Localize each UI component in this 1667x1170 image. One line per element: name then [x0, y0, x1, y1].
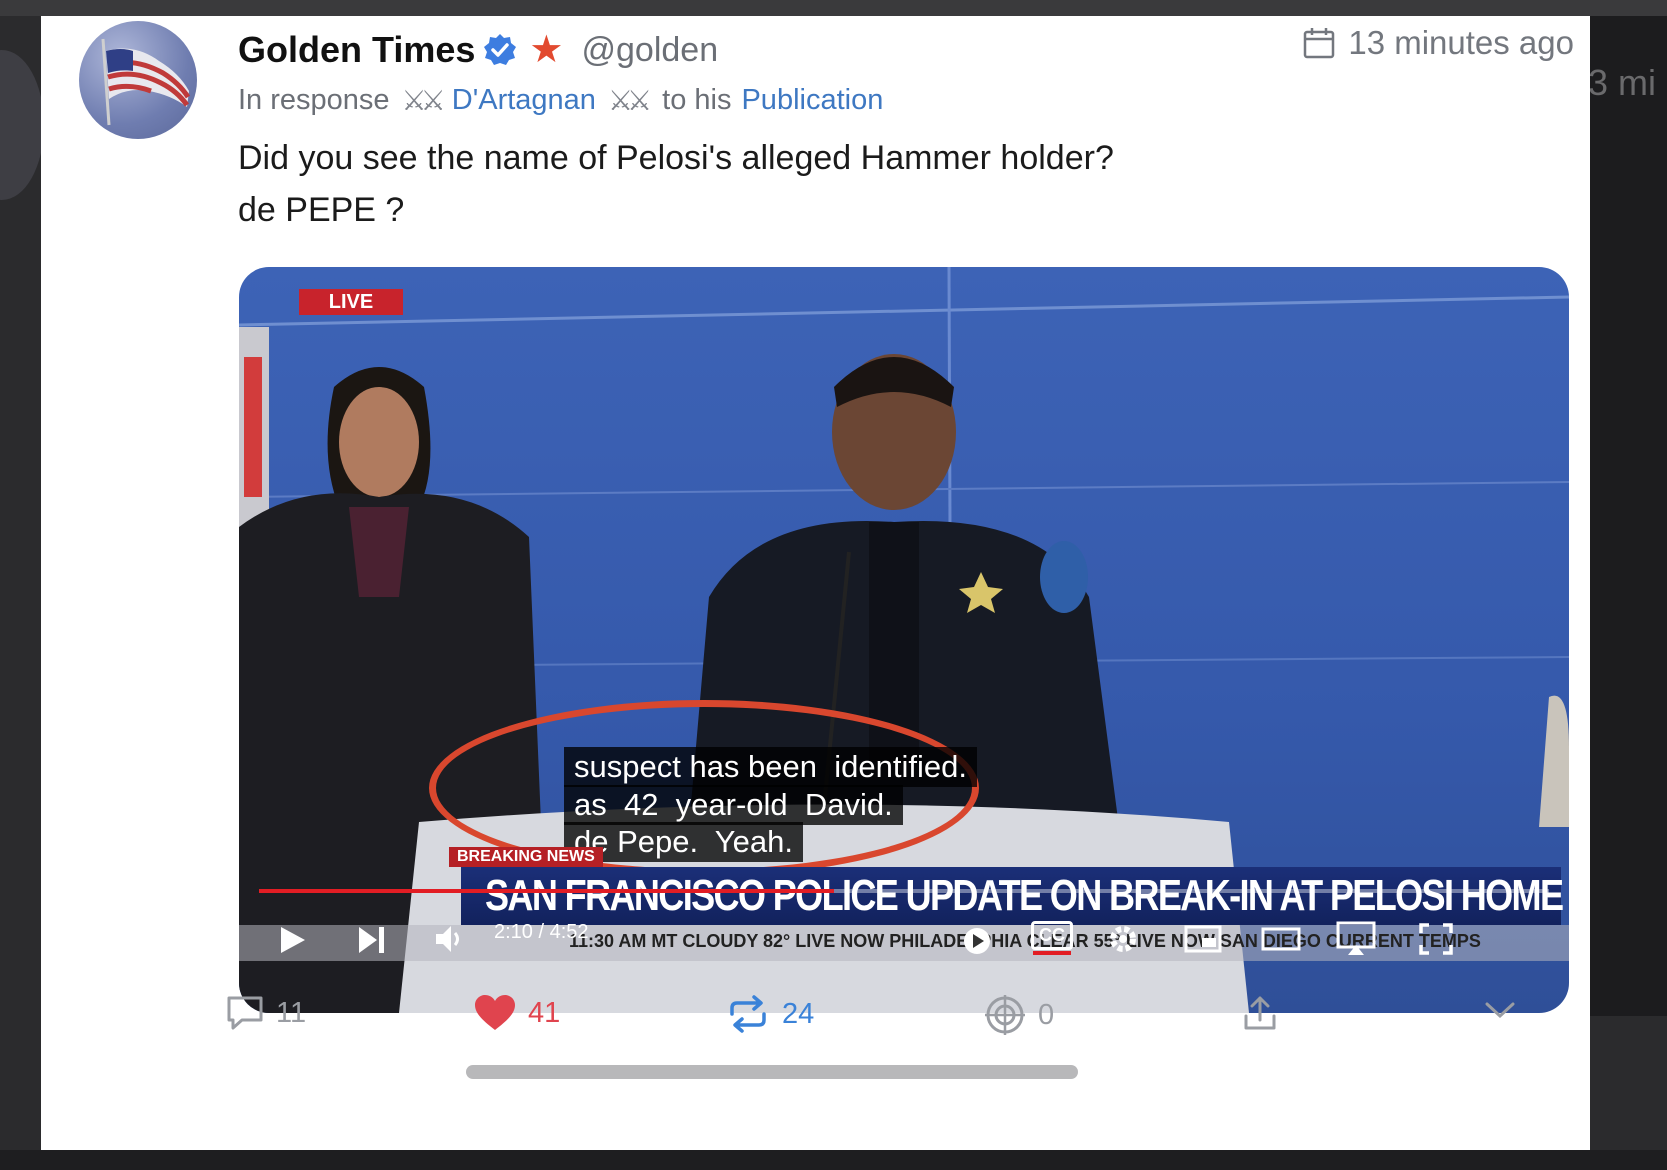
breaking-news-label: BREAKING NEWS [449, 847, 603, 867]
player-controls: CC [239, 907, 1569, 967]
swords-icon: ⚔⚔ [401, 84, 446, 116]
reply-icon [227, 996, 263, 1030]
volume-icon[interactable] [434, 923, 466, 955]
reply-context: In response ⚔⚔ D'Artagnan ⚔⚔ to his Publ… [238, 80, 883, 120]
background-top-strip [0, 0, 1667, 16]
calendar-icon [1304, 28, 1335, 59]
background-timestamp: 3 mi [1588, 62, 1657, 103]
settings-gear-icon[interactable] [1107, 923, 1139, 955]
captions-active-indicator [1033, 951, 1071, 955]
timestamp[interactable]: 13 minutes ago [1302, 24, 1574, 62]
repost-button[interactable]: 24 [726, 994, 814, 1034]
scroll-indicator[interactable] [466, 1065, 1078, 1079]
verified-badge-icon [484, 34, 517, 65]
share-button[interactable] [1242, 994, 1278, 1032]
reply-button[interactable]: 11 [226, 994, 306, 1032]
like-count: 41 [528, 996, 561, 1029]
quote-count: 0 [1038, 998, 1055, 1031]
star-icon: ★ [529, 29, 564, 71]
action-bar: 11 41 24 0 [226, 994, 1546, 1042]
reply-count: 11 [276, 996, 307, 1029]
post-text-line: Did you see the name of Pelosi's alleged… [238, 139, 1114, 177]
target-icon [985, 995, 1025, 1035]
post-text-line: de PEPE ? [238, 191, 405, 229]
more-options-button[interactable] [1484, 994, 1516, 1026]
like-button[interactable]: 41 [474, 994, 560, 1032]
repost-count: 24 [782, 997, 815, 1030]
chevron-down-icon [1485, 1002, 1515, 1019]
share-icon [1244, 996, 1276, 1030]
airplay-icon[interactable] [1336, 921, 1376, 957]
timestamp-text: 13 minutes ago [1348, 24, 1574, 61]
caption-line: as 42 year-old David. [564, 785, 903, 825]
heart-icon [475, 995, 515, 1030]
background-panel [1590, 16, 1667, 1016]
reply-user-link[interactable]: D'Artagnan [452, 84, 596, 117]
video-time: 2:10 / 4:52 [494, 921, 589, 943]
reply-mid-text: to his [662, 83, 732, 116]
quote-button[interactable]: 0 [984, 994, 1054, 1036]
handle[interactable]: @golden [581, 31, 718, 70]
swords-icon: ⚔⚔ [607, 84, 652, 116]
repost-icon [730, 995, 766, 1033]
video-player[interactable]: LIVE suspect has been identified. as 42 … [239, 267, 1569, 1013]
reply-prefix: In response [238, 83, 390, 116]
background-bottom [0, 1150, 1667, 1170]
display-name[interactable]: Golden Times [238, 29, 475, 71]
miniplayer-icon[interactable] [1184, 925, 1222, 953]
post-card[interactable]: Golden Times ★ @golden In response ⚔⚔ D'… [41, 16, 1590, 1150]
post-header: Golden Times ★ @golden In response ⚔⚔ D'… [238, 26, 883, 120]
avatar[interactable] [79, 21, 197, 139]
reply-target-link[interactable]: Publication [741, 84, 883, 117]
progress-fill [259, 889, 835, 893]
play-icon[interactable] [279, 925, 307, 955]
autoplay-toggle-icon[interactable] [961, 925, 993, 957]
flag-avatar-image [101, 38, 191, 126]
theater-mode-icon[interactable] [1261, 925, 1301, 953]
fullscreen-icon[interactable] [1419, 923, 1453, 955]
next-icon[interactable] [357, 925, 387, 955]
captions-button[interactable]: CC [1031, 921, 1073, 950]
live-badge: LIVE [299, 289, 403, 315]
background-avatar [0, 50, 44, 200]
post-body: Did you see the name of Pelosi's alleged… [238, 132, 1114, 236]
caption-line: suspect has been identified. [564, 747, 977, 787]
